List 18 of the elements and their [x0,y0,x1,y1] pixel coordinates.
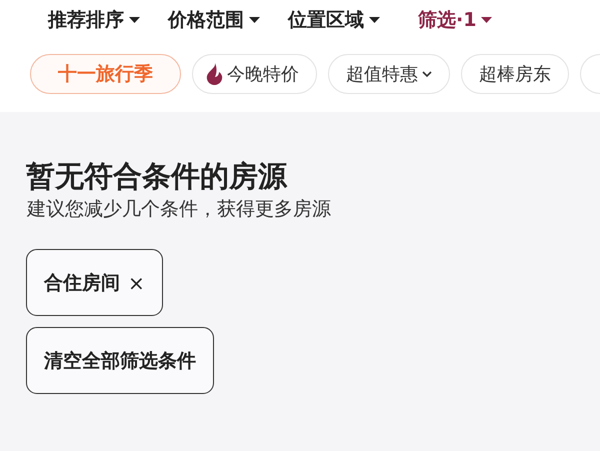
active-filter-tag[interactable]: 合住房间 × [26,249,163,316]
filter-chip[interactable]: 超棒房东 [461,54,569,94]
clear-filters-button[interactable]: 清空全部筛选条件 [26,327,214,394]
empty-subtitle: 建议您减少几个条件，获得更多房源 [27,197,332,222]
flame-icon [206,63,223,85]
filter-chip[interactable]: 今晚特价 [192,54,317,94]
filter-chip[interactable] [580,54,600,94]
sort-menu-item[interactable]: 推荐排序 [48,7,140,33]
filter-chip[interactable]: 超值特惠 [328,54,450,94]
sort-menu-item[interactable]: 价格范围 [168,7,260,33]
sort-menu-item[interactable]: 位置区域 [288,7,380,33]
empty-title: 暂无符合条件的房源 [26,158,288,195]
caret-icon [481,16,492,24]
caret-icon [129,16,140,24]
sort-menu-item[interactable]: 筛选·1 [418,7,492,33]
caret-icon [369,16,380,24]
caret-icon [249,16,260,24]
chevron-down-icon [422,70,432,78]
